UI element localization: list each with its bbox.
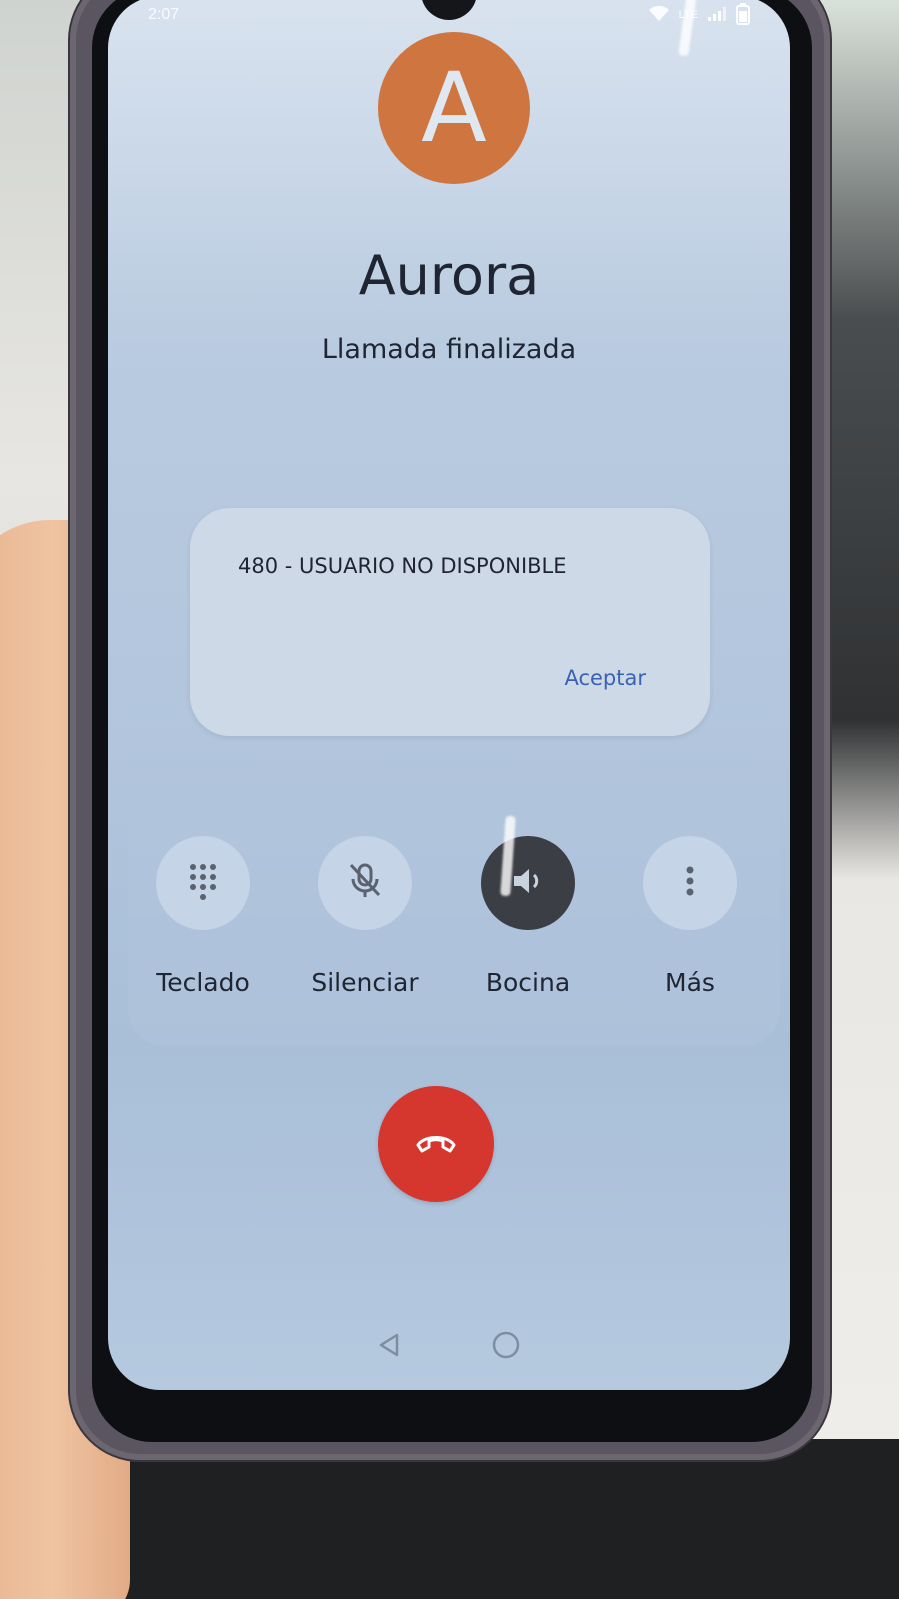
phone: 2:07 LTE A Aurora Llamada finalizada 480… <box>70 0 830 1460</box>
call-status: Llamada finalizada <box>321 334 577 365</box>
wifi-icon <box>648 5 669 25</box>
status-right: LTE <box>648 2 750 28</box>
dialog-message: 480 - USUARIO NO DISPONIBLE <box>238 554 567 578</box>
call-end-icon <box>414 1129 458 1160</box>
call-screen: 2:07 LTE A Aurora Llamada finalizada 480… <box>108 0 790 1390</box>
more-button[interactable] <box>643 836 737 930</box>
keypad-control[interactable]: Teclado <box>128 836 278 997</box>
end-call-button[interactable] <box>378 1086 494 1202</box>
speaker-control[interactable]: Bocina <box>453 836 603 997</box>
more-control[interactable]: Más <box>615 836 765 997</box>
more-label: Más <box>665 968 715 997</box>
battery-icon <box>736 2 750 28</box>
speaker-label: Bocina <box>485 968 571 997</box>
keypad-button[interactable] <box>156 836 250 930</box>
error-dialog: 480 - USUARIO NO DISPONIBLE Aceptar <box>190 508 710 736</box>
caller-name: Aurora <box>358 244 540 307</box>
status-left: 2:07 <box>148 6 179 24</box>
mute-label: Silenciar <box>311 968 419 997</box>
front-camera <box>421 0 477 20</box>
speaker-button[interactable] <box>481 836 575 930</box>
keypad-label: Teclado <box>156 968 250 997</box>
more-vert-icon <box>685 865 695 902</box>
dialpad-icon <box>186 861 220 906</box>
navigation-bar <box>108 1322 790 1372</box>
call-controls: Teclado Silenciar Bocina Más <box>128 776 780 1046</box>
status-time: 2:07 <box>148 6 180 23</box>
home-icon[interactable] <box>491 1330 521 1365</box>
mic-off-icon <box>347 861 383 906</box>
background-bottom <box>0 1439 899 1599</box>
mute-control[interactable]: Silenciar <box>290 836 440 997</box>
back-icon[interactable] <box>377 1332 401 1363</box>
speaker-icon <box>510 863 546 904</box>
accept-button[interactable]: Aceptar <box>564 666 646 690</box>
signal-icon <box>708 6 726 24</box>
mute-button[interactable] <box>318 836 412 930</box>
caller-avatar: A <box>378 32 530 184</box>
